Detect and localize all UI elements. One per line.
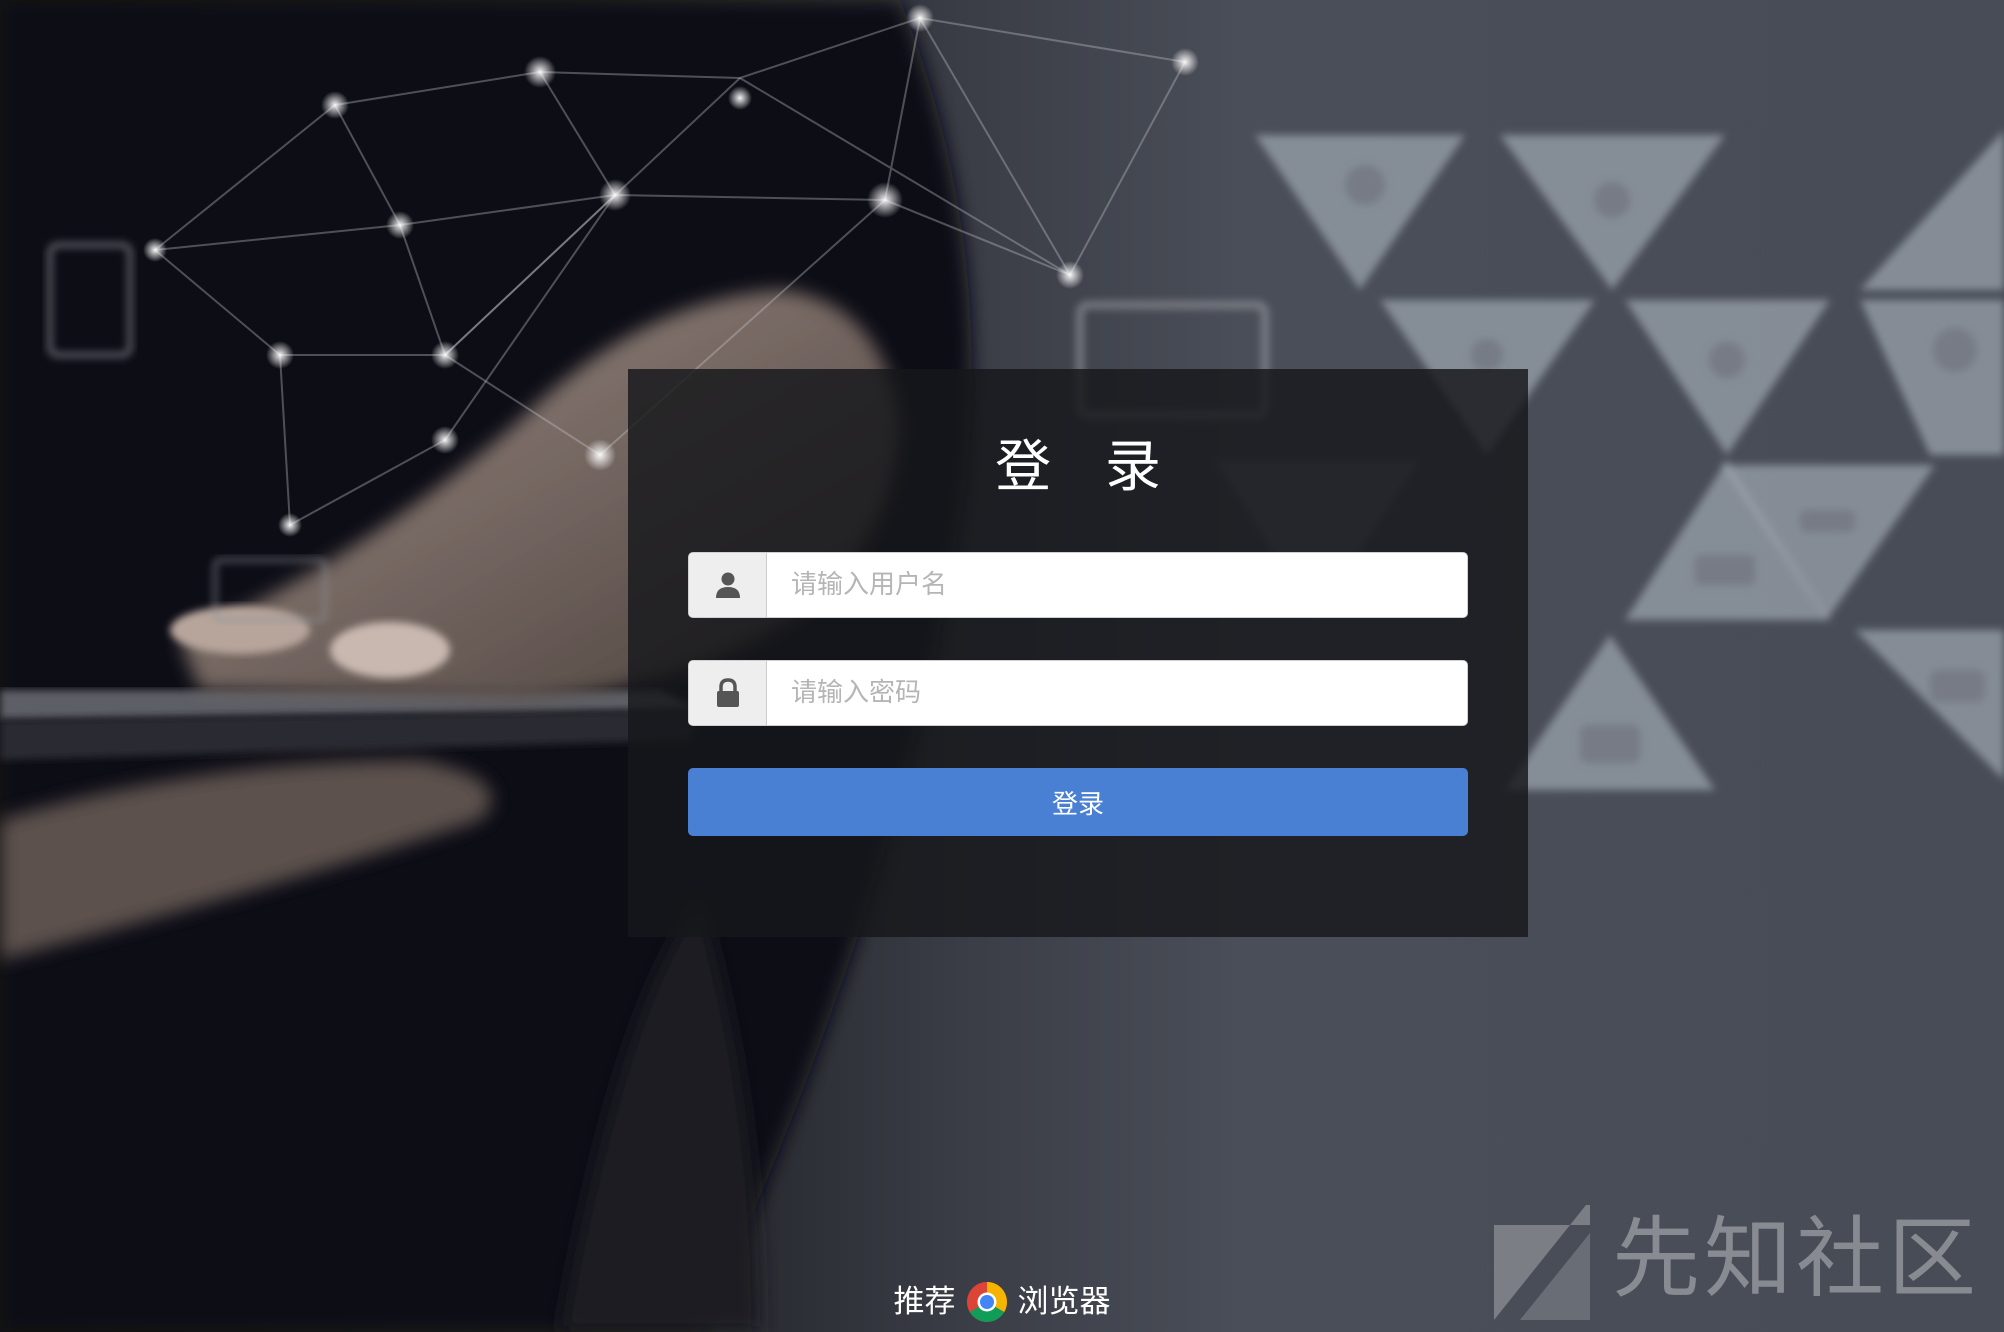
lock-icon: [689, 661, 767, 725]
watermark-logo-icon: [1494, 1205, 1590, 1320]
login-panel: 登 录 登录: [628, 369, 1528, 937]
password-input[interactable]: [767, 661, 1467, 725]
watermark-text: 先知社区: [1612, 1207, 1981, 1310]
username-group: [688, 552, 1468, 618]
user-icon: [689, 553, 767, 617]
recommend-suffix: 浏览器: [1017, 1284, 1111, 1320]
login-title: 登 录: [995, 435, 1179, 500]
watermark: 先知社区: [1490, 1205, 1990, 1325]
login-button[interactable]: 登录: [688, 768, 1468, 836]
username-input[interactable]: [767, 553, 1467, 617]
chrome-icon[interactable]: [966, 1281, 1008, 1323]
login-page: 登 录 登录 推荐: [0, 0, 2004, 1332]
recommend-prefix: 推荐: [893, 1284, 956, 1320]
password-group: [688, 660, 1468, 726]
